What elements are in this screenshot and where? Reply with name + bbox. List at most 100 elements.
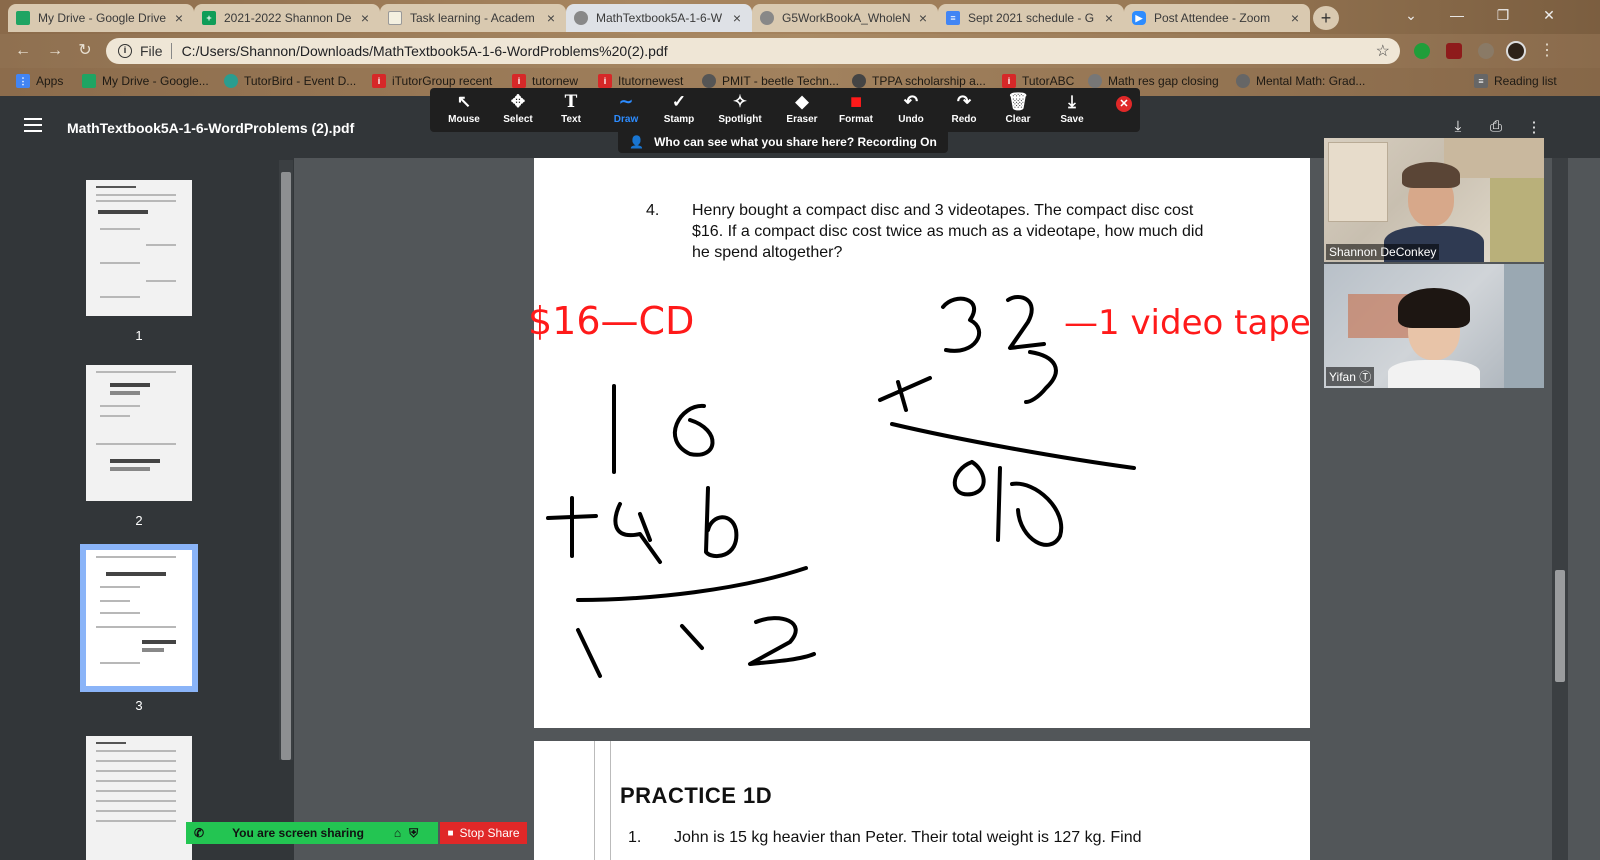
bookmark-itutorgroup[interactable]: i iTutorGroup recent — [372, 74, 492, 88]
page-scrollbar[interactable] — [1552, 158, 1568, 860]
cursor-icon: ↖ — [456, 92, 472, 111]
problem-text: John is 15 kg heavier than Peter. Their … — [674, 829, 1142, 846]
extension-puzzle-icon[interactable] — [1478, 43, 1494, 59]
bookmark-tppa[interactable]: TPPA scholarship a... — [852, 74, 986, 88]
close-icon[interactable]: × — [1288, 10, 1302, 26]
download-icon[interactable]: ⤓ — [1448, 118, 1468, 138]
bookmark-tutorabc[interactable]: i TutorABC — [1002, 74, 1074, 88]
screen-sharing-bar[interactable]: ✆ You are screen sharing ⌂ ⛨ — [186, 822, 438, 844]
bookmark-apps[interactable]: ⋮ Apps — [16, 74, 63, 88]
tool-spotlight[interactable]: ✧ Spotlight — [714, 92, 766, 125]
zoom-annotate-toolbar: ↖ Mouse ✥ Select T Text ∼ Draw ✓ Stamp ✧ Spotl… — [430, 88, 1140, 132]
tool-select[interactable]: ✥ Select — [492, 92, 544, 125]
bookmark-tutorbird[interactable]: TutorBird - Event D... — [224, 74, 356, 88]
thumbnail-number: 2 — [135, 513, 143, 528]
tool-clear[interactable]: 🗑 Clear — [992, 92, 1044, 125]
close-icon[interactable]: × — [730, 10, 744, 26]
tab-zoom-attendee[interactable]: ▶ Post Attendee - Zoom × — [1124, 4, 1310, 32]
info-icon[interactable]: i — [118, 44, 132, 58]
reload-icon[interactable]: ↻ — [74, 40, 96, 62]
tab-schedule[interactable]: ≡ Sept 2021 schedule - G × — [938, 4, 1124, 32]
file-label: File — [140, 43, 163, 59]
extension-ublock-icon[interactable] — [1446, 43, 1462, 59]
close-icon[interactable]: × — [916, 10, 930, 26]
google-drive-icon — [82, 74, 96, 88]
globe-icon — [1236, 74, 1250, 88]
thumbnail-number: 1 — [135, 328, 143, 343]
bookmark-star-icon[interactable]: ☆ — [1376, 41, 1390, 61]
url-input[interactable]: i File C:/Users/Shannon/Downloads/MathTe… — [106, 38, 1400, 64]
tab-title: Post Attendee - Zoom — [1154, 11, 1271, 25]
new-tab-button[interactable]: + — [1313, 6, 1339, 30]
page-thumbnail-1[interactable] — [86, 180, 192, 316]
forward-arrow-icon[interactable]: → — [44, 40, 66, 62]
close-icon[interactable]: × — [1102, 10, 1116, 26]
wall-decor — [1490, 178, 1544, 262]
reading-list-icon: ≡ — [1474, 74, 1488, 88]
tab-title: Sept 2021 schedule - G — [968, 11, 1095, 25]
window-close-icon[interactable]: ✕ — [1526, 0, 1572, 32]
print-icon[interactable]: ⎙ — [1486, 118, 1506, 138]
bookmark-my-drive[interactable]: My Drive - Google... — [82, 74, 209, 88]
video-tile-yifan[interactable]: Yifan Ⓣ — [1324, 264, 1544, 388]
bookmark-label: Apps — [36, 74, 64, 88]
page-thumbnail-3[interactable] — [86, 550, 192, 686]
sidebar-scrollbar-thumb[interactable] — [281, 172, 291, 760]
recording-notice-text: Who can see what you share here? Recordi… — [654, 135, 937, 149]
extension-evernote-icon[interactable] — [1414, 43, 1430, 59]
menu-icon[interactable] — [24, 118, 42, 132]
problem-number: 1. — [628, 829, 642, 846]
minimize-icon[interactable]: — — [1434, 0, 1480, 32]
close-icon[interactable]: × — [544, 10, 558, 26]
participant-shirt — [1388, 360, 1480, 388]
tab-my-drive[interactable]: My Drive - Google Drive × — [8, 4, 194, 32]
close-icon[interactable]: × — [172, 10, 186, 26]
close-annotate-icon[interactable]: ✕ — [1116, 96, 1132, 112]
close-icon[interactable]: × — [358, 10, 372, 26]
tab-math-textbook[interactable]: MathTextbook5A-1-6-W × — [566, 4, 752, 32]
document-icon — [388, 11, 402, 25]
tool-text[interactable]: T Text — [545, 92, 597, 125]
tab-sheets[interactable]: + 2021-2022 Shannon De × — [194, 4, 380, 32]
bookmark-label: TPPA scholarship a... — [872, 74, 986, 88]
bookmark-label: tutornew — [532, 74, 579, 88]
tool-label: Spotlight — [718, 114, 762, 125]
video-tile-shannon[interactable]: Shannon DeConkey — [1324, 138, 1544, 262]
bookmark-label: Itutornewest — [618, 74, 684, 88]
tool-redo[interactable]: ↷ Redo — [938, 92, 990, 125]
tool-undo[interactable]: ↶ Undo — [885, 92, 937, 125]
page-thumbnail-2[interactable] — [86, 365, 192, 501]
bookmark-label: TutorBird - Event D... — [244, 74, 357, 88]
recording-notice-bar[interactable]: 👤 Who can see what you share here? Recor… — [618, 131, 948, 153]
bookmark-math-res[interactable]: Math res gap closing — [1088, 74, 1219, 88]
tab-search-icon[interactable]: ⌄ — [1388, 0, 1434, 32]
bookmark-mental-math[interactable]: Mental Math: Grad... — [1236, 74, 1365, 88]
page-scrollbar-thumb[interactable] — [1555, 570, 1565, 682]
tool-draw[interactable]: ∼ Draw — [600, 92, 652, 125]
tab-task-learning[interactable]: Task learning - Academ × — [380, 4, 566, 32]
redo-icon: ↷ — [956, 92, 972, 111]
checkmark-icon: ✓ — [671, 92, 687, 111]
profile-avatar[interactable] — [1506, 41, 1526, 61]
eraser-icon: ◆ — [795, 92, 809, 111]
back-arrow-icon[interactable]: ← — [12, 40, 34, 62]
bookmark-tutornew[interactable]: i tutornew — [512, 74, 578, 88]
more-options-icon[interactable]: ⋮ — [1524, 118, 1544, 138]
save-download-icon: ⤓ — [1068, 92, 1076, 111]
page-thumbnail-4[interactable] — [86, 736, 192, 860]
tool-stamp[interactable]: ✓ Stamp — [653, 92, 705, 125]
bookmark-pmit[interactable]: PMIT - beetle Techn... — [702, 74, 839, 88]
tool-save[interactable]: ⤓ Save — [1046, 92, 1098, 125]
url-text: C:/Users/Shannon/Downloads/MathTextbook5… — [181, 43, 668, 59]
bookmark-label: iTutorGroup recent — [392, 74, 493, 88]
restore-icon[interactable]: ❐ — [1480, 0, 1526, 32]
tool-mouse[interactable]: ↖ Mouse — [438, 92, 490, 125]
tool-format[interactable]: ■ Format — [830, 92, 882, 125]
more-menu-icon[interactable]: ⋮ — [1536, 40, 1558, 62]
stop-share-button[interactable]: ■ Stop Share — [440, 822, 527, 844]
bookmark-itutornewest[interactable]: i Itutornewest — [598, 74, 683, 88]
tool-eraser[interactable]: ◆ Eraser — [776, 92, 828, 125]
google-docs-icon: ≡ — [946, 11, 960, 25]
tab-workbook[interactable]: G5WorkBookA_WholeN × — [752, 4, 938, 32]
reading-list-button[interactable]: ≡ Reading list — [1474, 74, 1557, 88]
